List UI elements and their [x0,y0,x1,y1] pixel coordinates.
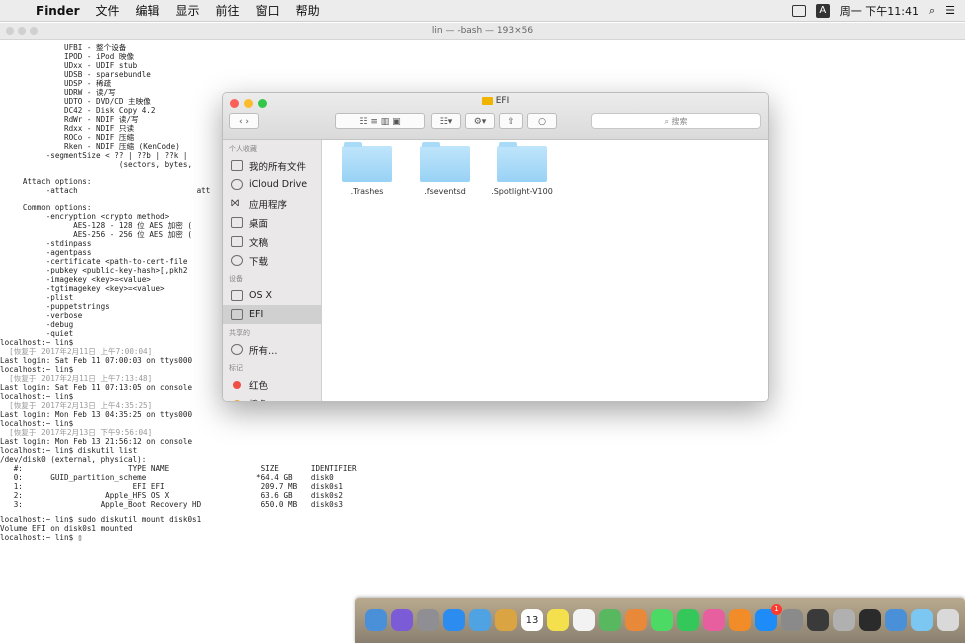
messages-icon[interactable] [651,609,673,631]
sidebar-header-shared: 共享的 [229,329,250,337]
airplay-icon[interactable] [791,4,806,17]
menu-file[interactable]: 文件 [88,2,128,19]
view-mode-segmented[interactable]: ☷ ≡ ▥ ▣ [335,113,425,129]
sidebar-item-efi[interactable]: EFI [223,305,321,324]
zoom-button-inactive[interactable] [30,27,38,35]
menu-help[interactable]: 帮助 [288,2,328,19]
terminal-icon[interactable] [859,609,881,631]
terminal-titlebar: lin — -bash — 193×56 [0,23,965,40]
disk-icon [231,309,243,320]
menu-go[interactable]: 前往 [208,2,248,19]
terminal-line: 3: Apple_Boot Recovery HD 650.0 MB disk0… [0,500,343,509]
file-item-trashes[interactable]: .Trashes [327,142,407,196]
system-preferences-icon[interactable] [781,609,803,631]
calendar-icon[interactable]: 13 [521,609,543,631]
folder-icon [342,142,392,182]
sidebar-item-tag-orange[interactable]: 橙色 [223,394,321,401]
cloud-icon [231,179,243,190]
downloads-icon[interactable] [885,609,907,631]
sidebar-item-applications[interactable]: ⨝ 应用程序 [223,194,321,213]
ibooks-icon[interactable] [729,609,751,631]
action-gear-button[interactable]: ⚙▾ [465,113,495,129]
reminders-icon[interactable] [573,609,595,631]
terminal-title: lin — -bash — 193×56 [431,26,534,36]
safari-icon[interactable] [443,609,465,631]
terminal-line: (sectors, bytes, [0,160,193,169]
sidebar-header-favorites: 个人收藏 [229,145,257,153]
sidebar-header-tags: 标记 [229,364,243,372]
sidebar-item-os-x[interactable]: OS X [223,286,321,305]
file-item-spotlight[interactable]: .Spotlight-V100 [482,142,562,196]
itunes-icon[interactable] [703,609,725,631]
notification-center-icon[interactable]: ☰ [945,4,955,17]
share-button[interactable]: ⇧ [499,113,523,129]
disk-icon [231,290,243,301]
dock: 13 1 [355,590,965,643]
stickies-icon[interactable] [547,609,569,631]
menu-edit[interactable]: 编辑 [128,2,168,19]
orange-tag-icon [233,399,241,401]
notes-icon[interactable] [495,609,517,631]
network-globe-icon [231,344,243,355]
sidebar-item-icloud-drive[interactable]: iCloud Drive [223,175,321,194]
disk-utility-icon[interactable] [833,609,855,631]
menubar-clock[interactable]: 周一 下午11:41 [840,3,919,19]
documents-icon [231,236,243,247]
sidebar-header-devices: 设备 [229,275,243,283]
finder-window[interactable]: EFI ‹ › ☷ ≡ ▥ ▣ ☷▾ ⚙▾ ⇧ ○ ⌕ 搜索 个人收藏 我的所有… [222,92,769,402]
folder-icon [497,142,547,182]
sidebar-item-desktop[interactable]: 桌面 [223,213,321,232]
folder-icon [481,96,493,105]
tags-button[interactable]: ○ [527,113,557,129]
finder-toolbar: EFI ‹ › ☷ ≡ ▥ ▣ ☷▾ ⚙▾ ⇧ ○ ⌕ 搜索 [223,93,768,140]
sidebar-item-downloads[interactable]: 下载 [223,251,321,270]
folder-icon [420,142,470,182]
menu-view[interactable]: 显示 [168,2,208,19]
finder-title: EFI [223,96,768,106]
photos-icon[interactable] [469,609,491,631]
desktop-icon [231,217,243,228]
maps-icon[interactable] [599,609,621,631]
spotlight-search-icon[interactable]: ⌕ [929,4,935,18]
facetime-icon[interactable] [677,609,699,631]
photos-app-icon[interactable] [625,609,647,631]
vibe-icon[interactable] [807,609,829,631]
terminal-line: localhost:~ lin$ ▯ [0,533,83,542]
red-tag-icon [233,380,241,389]
close-button-inactive[interactable] [6,27,14,35]
trash-icon[interactable] [937,609,959,631]
sidebar-item-documents[interactable]: 文稿 [223,232,321,251]
sidebar-item-all-my-files[interactable]: 我的所有文件 [223,156,321,175]
input-source-icon[interactable]: A [815,3,830,18]
launchpad-icon[interactable] [417,609,439,631]
arrange-button[interactable]: ☷▾ [431,113,461,129]
sidebar-item-tag-red[interactable]: 红色 [223,375,321,394]
file-item-fseventsd[interactable]: .fseventsd [405,142,485,196]
siri-icon[interactable] [391,609,413,631]
minimize-button-inactive[interactable] [18,27,26,35]
downloads-icon [231,255,243,266]
all-files-icon [231,160,243,171]
finder-sidebar: 个人收藏 我的所有文件 iCloud Drive ⨝ 应用程序 桌面 文稿 下载 … [223,140,322,401]
search-field[interactable]: ⌕ 搜索 [591,113,761,129]
sidebar-item-all-shared[interactable]: 所有… [223,340,321,359]
menu-app-finder[interactable]: Finder [28,4,88,18]
folder-icon[interactable] [911,609,933,631]
app-store-icon[interactable]: 1 [755,604,782,631]
finder-icon[interactable] [365,609,387,631]
back-forward-buttons[interactable]: ‹ › [229,113,259,129]
menu-bar: Finder 文件 编辑 显示 前往 窗口 帮助 A 周一 下午11:41 ⌕ … [0,0,965,22]
finder-file-area[interactable]: .Trashes .fseventsd .Spotlight-V100 [322,140,768,401]
menu-window[interactable]: 窗口 [248,2,288,19]
terminal-line: -attach att [0,186,211,195]
applications-icon: ⨝ [231,198,240,209]
